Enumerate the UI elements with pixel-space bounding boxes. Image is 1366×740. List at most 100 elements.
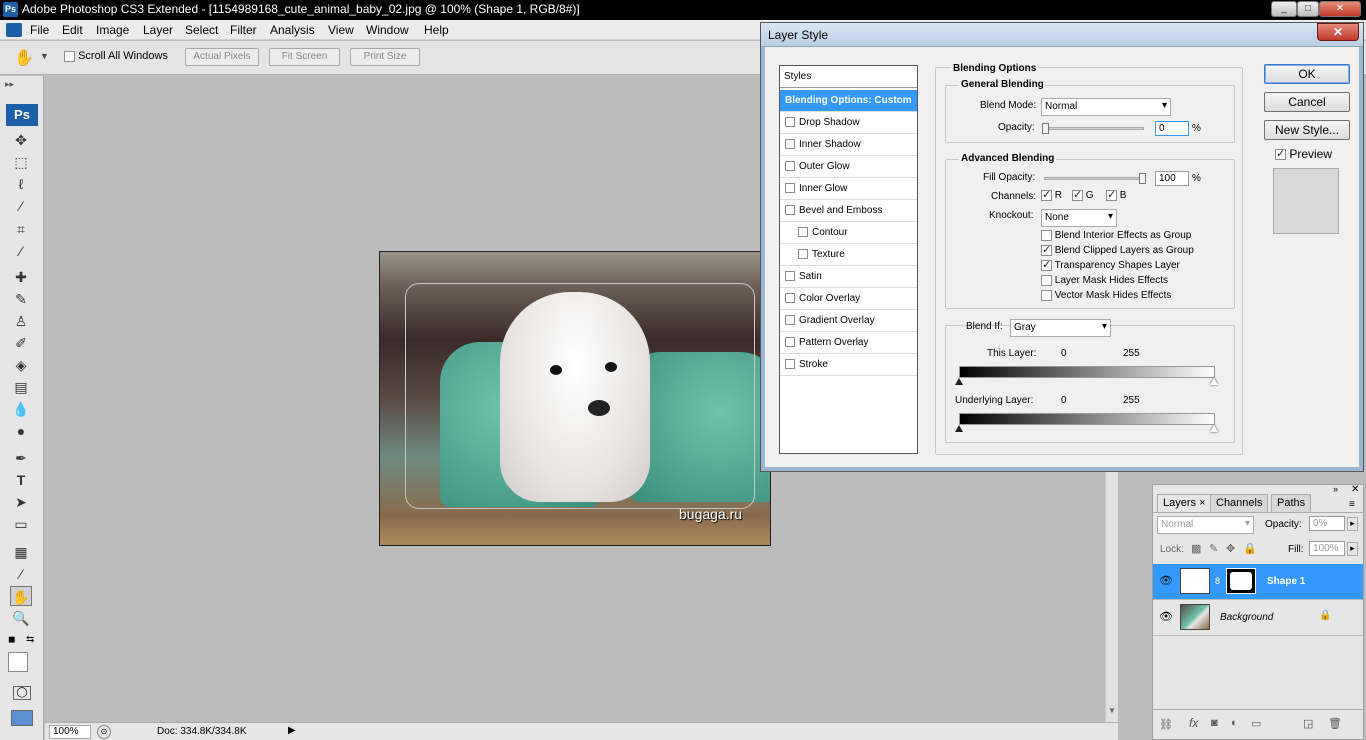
status-menu-arrow-icon[interactable]: ▶ bbox=[288, 725, 296, 736]
style-item[interactable]: Inner Shadow bbox=[780, 134, 917, 156]
channel-r-checkbox[interactable] bbox=[1041, 188, 1052, 201]
underlying-white-slider[interactable] bbox=[1210, 425, 1218, 432]
print-size-button[interactable]: Print Size bbox=[350, 48, 420, 66]
tab-close-icon[interactable]: × bbox=[1199, 497, 1205, 509]
new-layer-icon[interactable]: ◲ bbox=[1303, 717, 1313, 730]
menu-window[interactable]: Window bbox=[366, 23, 409, 37]
gradient-tool-icon[interactable]: ▤ bbox=[10, 377, 32, 397]
tab-paths[interactable]: Paths bbox=[1271, 494, 1312, 512]
style-item-checkbox[interactable] bbox=[785, 359, 795, 370]
advanced-option[interactable]: Vector Mask Hides Effects bbox=[1041, 290, 1171, 301]
lasso-tool-icon[interactable]: ℓ bbox=[10, 174, 32, 194]
path-selection-tool-icon[interactable]: ➤ bbox=[10, 492, 32, 512]
style-item-checkbox[interactable] bbox=[785, 315, 795, 326]
zoom-tool-icon[interactable]: 🔍 bbox=[10, 608, 32, 628]
style-item[interactable]: Drop Shadow bbox=[780, 112, 917, 134]
this-layer-white-slider[interactable] bbox=[1210, 378, 1218, 385]
style-item-checkbox[interactable] bbox=[785, 183, 795, 194]
healing-brush-tool-icon[interactable]: ✚ bbox=[10, 267, 32, 287]
default-colors-icon[interactable]: ◼ bbox=[8, 634, 15, 645]
advanced-option-checkbox[interactable] bbox=[1041, 275, 1052, 286]
actual-pixels-button[interactable]: Actual Pixels bbox=[185, 48, 259, 66]
fill-opacity-slider[interactable] bbox=[1044, 177, 1144, 180]
lock-image-icon[interactable]: ✎ bbox=[1209, 542, 1218, 555]
swap-colors-icon[interactable]: ⇆ bbox=[26, 634, 34, 645]
style-item[interactable]: Gradient Overlay bbox=[780, 310, 917, 332]
underlying-black-slider[interactable] bbox=[955, 425, 963, 432]
advanced-option-checkbox[interactable] bbox=[1041, 230, 1052, 241]
style-item[interactable]: Outer Glow bbox=[780, 156, 917, 178]
advanced-option[interactable]: Blend Interior Effects as Group bbox=[1041, 230, 1191, 241]
zoom-level-field[interactable]: 100% bbox=[49, 725, 91, 739]
brush-tool-icon[interactable]: ✎ bbox=[10, 289, 32, 309]
style-item[interactable]: Color Overlay bbox=[780, 288, 917, 310]
menu-help[interactable]: Help bbox=[424, 23, 449, 37]
shape-1-outline[interactable] bbox=[405, 283, 755, 509]
hand-tool-icon[interactable]: ✋ bbox=[10, 586, 32, 606]
tab-channels[interactable]: Channels bbox=[1210, 494, 1269, 512]
status-icon[interactable]: ⊙ bbox=[97, 725, 111, 739]
preview-option[interactable]: Preview bbox=[1275, 147, 1332, 161]
scroll-all-windows-checkbox[interactable] bbox=[64, 50, 75, 62]
link-layers-icon[interactable]: ⛓ bbox=[1159, 718, 1173, 731]
lock-transparent-icon[interactable]: ▩ bbox=[1191, 542, 1201, 555]
add-style-icon[interactable]: fx bbox=[1189, 716, 1198, 730]
style-item[interactable]: Inner Glow bbox=[780, 178, 917, 200]
menu-layer[interactable]: Layer bbox=[143, 23, 173, 37]
channel-b-checkbox[interactable] bbox=[1106, 188, 1117, 201]
channel-b-option[interactable]: B bbox=[1106, 188, 1126, 201]
fit-screen-button[interactable]: Fit Screen bbox=[269, 48, 340, 66]
advanced-option-checkbox[interactable] bbox=[1041, 243, 1052, 256]
document-image[interactable]: bugaga.ru bbox=[379, 251, 771, 546]
minimize-button[interactable]: _ bbox=[1271, 1, 1297, 17]
quick-mask-icon[interactable]: ◯ bbox=[13, 686, 31, 700]
adjustment-layer-icon[interactable]: ◐ bbox=[1231, 717, 1238, 729]
advanced-option[interactable]: Layer Mask Hides Effects bbox=[1041, 275, 1168, 286]
blend-mode-select[interactable]: Normal bbox=[1041, 98, 1171, 116]
blend-if-select[interactable]: Gray bbox=[1010, 319, 1111, 337]
style-item-checkbox[interactable] bbox=[798, 227, 808, 238]
menu-edit[interactable]: Edit bbox=[62, 23, 83, 37]
slice-tool-icon[interactable]: ∕ bbox=[10, 241, 32, 261]
underlying-layer-gradient[interactable] bbox=[959, 413, 1215, 425]
style-item[interactable]: Blending Options: Custom bbox=[780, 90, 917, 112]
styles-header[interactable]: Styles bbox=[780, 66, 917, 88]
marquee-tool-icon[interactable]: ⬚ bbox=[10, 152, 32, 172]
fill-field[interactable]: 100% bbox=[1309, 541, 1345, 556]
channel-g-option[interactable]: G bbox=[1072, 188, 1094, 201]
panel-collapse-icon[interactable]: » bbox=[1333, 484, 1338, 494]
advanced-option[interactable]: Blend Clipped Layers as Group bbox=[1041, 243, 1194, 256]
style-item[interactable]: Contour bbox=[780, 222, 917, 244]
tab-layers[interactable]: Layers × bbox=[1157, 494, 1212, 512]
ps-logo-icon[interactable]: Ps bbox=[6, 104, 38, 126]
fill-arrow-icon[interactable]: ▸ bbox=[1347, 542, 1358, 556]
layer-opacity-field[interactable]: 0% bbox=[1309, 516, 1345, 531]
cancel-button[interactable]: Cancel bbox=[1264, 92, 1350, 112]
style-item[interactable]: Stroke bbox=[780, 354, 917, 376]
menu-image[interactable]: Image bbox=[96, 23, 129, 37]
style-item[interactable]: Pattern Overlay bbox=[780, 332, 917, 354]
advanced-option-checkbox[interactable] bbox=[1041, 258, 1052, 271]
panel-close-icon[interactable]: ✕ bbox=[1351, 484, 1359, 495]
style-item[interactable]: Texture bbox=[780, 244, 917, 266]
type-tool-icon[interactable]: T bbox=[10, 470, 32, 490]
menu-select[interactable]: Select bbox=[185, 23, 218, 37]
opacity-slider-thumb[interactable] bbox=[1042, 123, 1049, 134]
panel-menu-icon[interactable]: ≡ bbox=[1349, 499, 1355, 510]
fill-opacity-field[interactable]: 100 bbox=[1155, 171, 1189, 186]
preset-dropdown-icon[interactable]: ▼ bbox=[40, 51, 49, 61]
crop-tool-icon[interactable]: ⌗ bbox=[10, 219, 32, 239]
notes-tool-icon[interactable]: ▦ bbox=[10, 542, 32, 562]
scroll-all-windows-option[interactable]: Scroll All Windows bbox=[64, 50, 168, 62]
eyedropper-tool-icon[interactable]: ⁄ bbox=[10, 564, 32, 584]
opacity-slider[interactable] bbox=[1044, 127, 1144, 130]
lock-all-icon[interactable]: 🔒 bbox=[1243, 542, 1257, 555]
knockout-select[interactable]: None bbox=[1041, 209, 1117, 227]
shape-tool-icon[interactable]: ▭ bbox=[10, 514, 32, 534]
style-item[interactable]: Bevel and Emboss bbox=[780, 200, 917, 222]
fill-opacity-slider-thumb[interactable] bbox=[1139, 173, 1146, 184]
pen-tool-icon[interactable]: ✒ bbox=[10, 448, 32, 468]
scroll-down-icon[interactable]: ▼ bbox=[1108, 706, 1116, 715]
opacity-arrow-icon[interactable]: ▸ bbox=[1347, 517, 1358, 531]
channel-g-checkbox[interactable] bbox=[1072, 188, 1083, 201]
